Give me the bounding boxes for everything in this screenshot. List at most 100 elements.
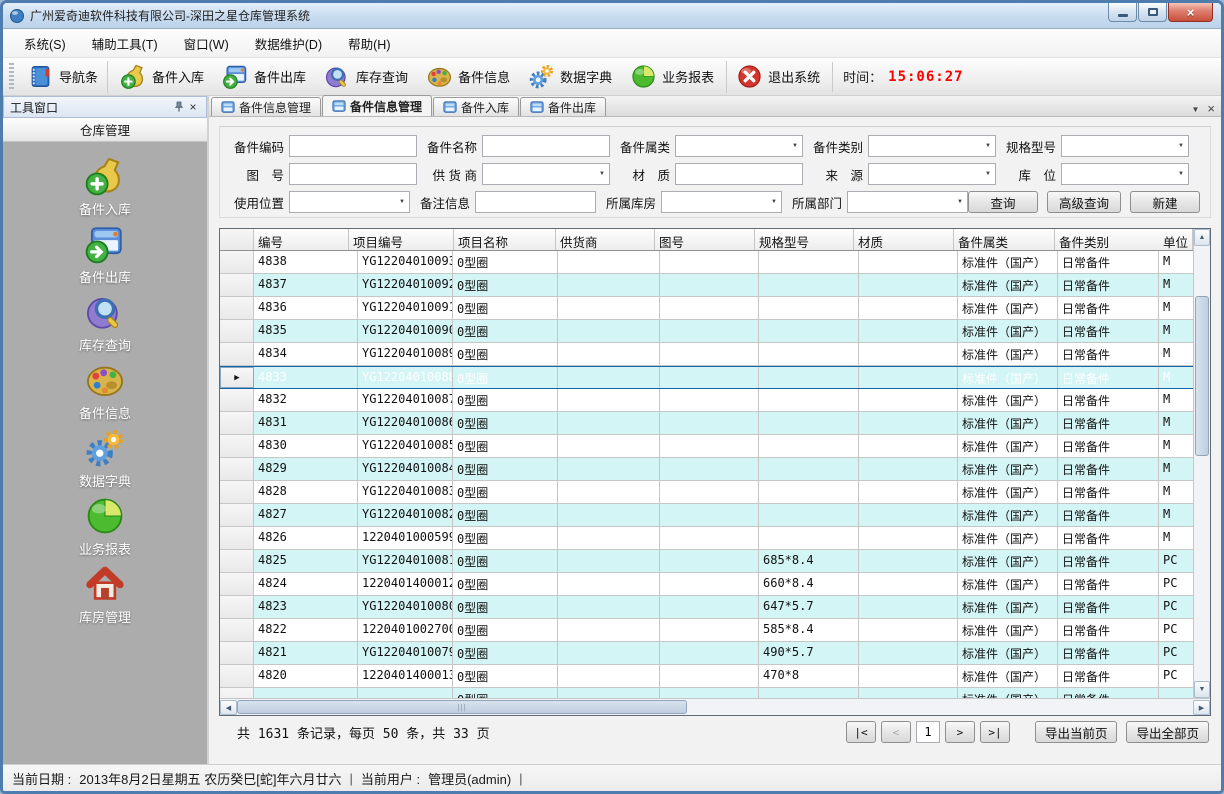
table-row[interactable]: 4827 YG12204010082 0型圈 标准件（国产） (220, 504, 1193, 527)
row-selector-cell[interactable] (220, 688, 254, 698)
toolbar-button[interactable]: 退出系统 (726, 61, 829, 93)
page-number-input[interactable]: 1 (916, 721, 940, 743)
sidebar-item[interactable]: 备件入库 (3, 155, 207, 223)
table-row[interactable]: 4823 YG12204010080 0型圈 647*5.7 标准件（国产） (220, 596, 1193, 619)
new-button[interactable]: 新建 (1130, 191, 1200, 213)
table-column-header[interactable]: 图号 (655, 229, 755, 250)
department-select[interactable] (847, 191, 968, 213)
row-selector-cell[interactable] (220, 297, 254, 319)
menu-item[interactable]: 帮助(H) (335, 30, 403, 57)
usage-position-select[interactable] (289, 191, 410, 213)
toolbar-button[interactable]: 数据字典 (519, 61, 621, 93)
row-selector-cell[interactable] (220, 550, 254, 572)
location-select[interactable] (1061, 163, 1189, 185)
document-tab[interactable]: 备件信息管理 (322, 95, 432, 116)
horizontal-scrollbar-thumb[interactable] (237, 700, 687, 714)
row-selector-cell[interactable] (220, 435, 254, 457)
sidebar-item[interactable]: 备件信息 (3, 359, 207, 427)
horizontal-scrollbar[interactable] (220, 698, 1210, 715)
table-row[interactable]: 4826 1220401000599 0型圈 标准件（国产） (220, 527, 1193, 550)
table-column-header[interactable]: 备件属类 (954, 229, 1055, 250)
menu-item[interactable]: 系统(S) (11, 30, 79, 57)
close-tab-icon[interactable] (1207, 101, 1215, 116)
scroll-right-icon[interactable] (1193, 700, 1210, 715)
pin-icon[interactable] (172, 100, 186, 114)
menu-item[interactable]: 辅助工具(T) (79, 30, 171, 57)
document-tab[interactable]: 备件出库 (520, 97, 606, 116)
toolbar-button[interactable]: 业务报表 (621, 61, 723, 93)
row-selector-cell[interactable] (220, 481, 254, 503)
row-selector-cell[interactable] (220, 504, 254, 526)
table-column-header[interactable]: 项目编号 (349, 229, 454, 250)
close-button[interactable] (1168, 3, 1213, 22)
toolbar-button[interactable]: 备件出库 (213, 61, 315, 93)
table-column-header[interactable]: 项目名称 (454, 229, 556, 250)
parts-genus-select[interactable] (675, 135, 803, 157)
row-selector-cell[interactable] (220, 412, 254, 434)
export-all-pages-button[interactable]: 导出全部页 (1126, 721, 1209, 743)
document-tab[interactable]: 备件信息管理 (211, 97, 321, 116)
tab-list-dropdown-icon[interactable] (1191, 99, 1199, 117)
toolbar-button[interactable]: 库存查询 (315, 61, 417, 93)
parts-name-input[interactable] (482, 135, 610, 157)
table-column-header[interactable]: 编号 (254, 229, 349, 250)
sidebar-item[interactable]: 库存查询 (3, 291, 207, 359)
row-selector-cell[interactable] (220, 274, 254, 296)
row-selector-cell[interactable] (220, 389, 254, 411)
row-selector-cell[interactable] (220, 527, 254, 549)
parts-code-input[interactable] (289, 135, 417, 157)
toolbar-button[interactable]: 导航条 (18, 61, 108, 93)
first-page-button[interactable]: |< (846, 721, 876, 743)
table-row[interactable]: 0型圈 标准件（国产） 日常备件 (220, 688, 1193, 698)
row-selector-cell[interactable] (220, 665, 254, 687)
table-row[interactable]: 4838 YG12204010093 0型圈 标准件（国产） (220, 251, 1193, 274)
spec-model-select[interactable] (1061, 135, 1189, 157)
vertical-scrollbar[interactable] (1193, 229, 1210, 698)
scroll-down-icon[interactable] (1194, 681, 1210, 698)
remark-input[interactable] (475, 191, 596, 213)
row-selector-cell[interactable] (220, 573, 254, 595)
last-page-button[interactable]: >| (980, 721, 1010, 743)
source-select[interactable] (868, 163, 996, 185)
row-selector-cell[interactable] (220, 251, 254, 273)
table-row[interactable]: 4837 YG12204010092 0型圈 标准件（国产） (220, 274, 1193, 297)
menu-item[interactable]: 窗口(W) (171, 30, 242, 57)
sidebar-item[interactable]: 数据字典 (3, 427, 207, 495)
menu-item[interactable]: 数据维护(D) (242, 30, 335, 57)
maximize-button[interactable] (1138, 3, 1167, 22)
query-button[interactable]: 查询 (968, 191, 1038, 213)
document-tab[interactable]: 备件入库 (433, 97, 519, 116)
next-page-button[interactable]: > (945, 721, 975, 743)
advanced-query-button[interactable]: 高级查询 (1047, 191, 1121, 213)
vertical-scrollbar-thumb[interactable] (1195, 296, 1209, 456)
row-selector-cell[interactable] (220, 642, 254, 664)
table-row[interactable]: 4831 YG12204010086 0型圈 标准件（国产） (220, 412, 1193, 435)
table-column-header[interactable]: 供货商 (556, 229, 655, 250)
table-row[interactable]: 4821 YG12204010079 0型圈 490*5.7 标准件（国产） (220, 642, 1193, 665)
table-row[interactable]: 4833 YG12204010088 0型圈 标准件（国产） (220, 366, 1193, 389)
warehouse-select[interactable] (661, 191, 782, 213)
sidebar-item[interactable]: 库房管理 (3, 563, 207, 631)
scroll-left-icon[interactable] (220, 700, 237, 715)
toolbar-grip-handle[interactable] (9, 63, 14, 91)
export-current-page-button[interactable]: 导出当前页 (1035, 721, 1118, 743)
row-selector-cell[interactable] (220, 320, 254, 342)
table-row[interactable]: 4830 YG12204010085 0型圈 标准件（国产） (220, 435, 1193, 458)
scroll-up-icon[interactable] (1194, 229, 1210, 246)
table-row[interactable]: 4835 YG12204010090 0型圈 标准件（国产） (220, 320, 1193, 343)
supplier-select[interactable] (482, 163, 610, 185)
parts-category-select[interactable] (868, 135, 996, 157)
row-selector-cell[interactable] (220, 458, 254, 480)
table-column-header[interactable]: 单位 (1159, 229, 1193, 250)
table-row[interactable]: 4825 YG12204010081 0型圈 685*8.4 标准件（国产） (220, 550, 1193, 573)
row-selector-cell[interactable] (220, 367, 254, 388)
table-row[interactable]: 4832 YG12204010087 0型圈 标准件（国产） (220, 389, 1193, 412)
minimize-button[interactable] (1108, 3, 1137, 22)
table-row[interactable]: 4829 YG12204010084 0型圈 标准件（国产） (220, 458, 1193, 481)
material-input[interactable] (675, 163, 803, 185)
toolbar-button[interactable]: 备件入库 (111, 61, 213, 93)
table-row[interactable]: 4834 YG12204010089 0型圈 标准件（国产） (220, 343, 1193, 366)
table-column-header[interactable]: 材质 (854, 229, 954, 250)
table-row[interactable]: 4824 1220401400012 0型圈 660*8.4 标准件（国产） (220, 573, 1193, 596)
row-selector-cell[interactable] (220, 343, 254, 365)
